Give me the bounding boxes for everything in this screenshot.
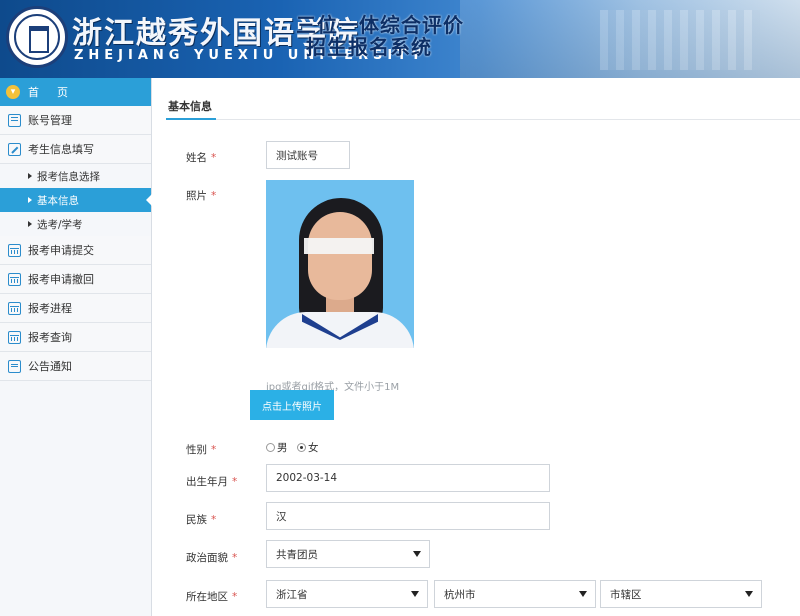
name-field[interactable]: 测试账号 [266, 141, 350, 169]
caret-down-icon [413, 551, 421, 557]
photo-preview [266, 180, 414, 348]
name-label: 姓名 * [186, 150, 216, 165]
required-mark: * [211, 514, 217, 526]
photo-label: 照片 * [186, 188, 216, 203]
caret-right-icon [28, 197, 32, 203]
gender-label: 性别 * [186, 442, 216, 457]
birth-label: 出生年月 * [186, 474, 237, 489]
gender-group: 男 女 [266, 440, 325, 455]
sidebar-item-account[interactable]: 账号管理 [0, 106, 151, 135]
sidebar-subitem-label: 选考/学考 [37, 218, 83, 231]
header-building-image [460, 0, 800, 78]
photo-label-text: 照片 [186, 190, 207, 202]
calendar-icon [8, 330, 21, 344]
radio-icon [266, 443, 275, 452]
sidebar-item-submit[interactable]: 报考申请提交 [0, 236, 151, 265]
sidebar-item-label: 公告通知 [28, 360, 72, 373]
region-label-text: 所在地区 [186, 591, 228, 603]
gender-female-label: 女 [308, 442, 319, 454]
required-mark: * [232, 552, 238, 564]
birth-date-field[interactable]: 2002-03-14 [266, 464, 550, 492]
caret-down-icon [411, 591, 419, 597]
school-seal-icon [6, 6, 68, 68]
sidebar-item-label: 报考进程 [28, 302, 72, 315]
sidebar-subitem-apply-select[interactable]: 报考信息选择 [0, 164, 151, 188]
gender-label-text: 性别 [186, 444, 207, 456]
required-mark: * [232, 476, 238, 488]
gender-male-radio[interactable]: 男 [266, 440, 288, 455]
required-mark: * [211, 190, 217, 202]
tab-bar: 基本信息 [166, 92, 800, 120]
required-mark: * [211, 444, 217, 456]
province-select[interactable]: 浙江省 [266, 580, 428, 608]
region-label: 所在地区 * [186, 589, 237, 604]
name-label-text: 姓名 [186, 152, 207, 164]
province-select-value: 浙江省 [276, 588, 308, 601]
required-mark: * [211, 152, 217, 164]
caret-right-icon [28, 221, 32, 227]
tab-basic-info[interactable]: 基本信息 [166, 92, 216, 120]
system-title-line2: 招生报名系统 [306, 35, 432, 59]
city-select-value: 杭州市 [444, 588, 476, 601]
sidebar-item-candidate-info[interactable]: 考生信息填写 [0, 135, 151, 164]
city-select[interactable]: 杭州市 [434, 580, 596, 608]
sidebar-item-query[interactable]: 报考查询 [0, 323, 151, 352]
sidebar: ▾ 首页 账号管理 考生信息填写 报考信息选择 基本信息 选考/学考 报考申请提… [0, 78, 152, 616]
district-select-value: 市辖区 [610, 588, 642, 601]
gender-female-radio[interactable]: 女 [297, 440, 319, 455]
app-root: 浙江越秀外国语学院 ZHEJIANG YUEXIU UNIVERSITY 三位一… [0, 0, 800, 616]
edit-icon [8, 142, 21, 156]
required-mark: * [232, 591, 238, 603]
caret-down-icon [745, 591, 753, 597]
sidebar-item-label: 报考申请提交 [28, 244, 94, 257]
sidebar-subitem-basic-info[interactable]: 基本信息 [0, 188, 152, 212]
list-icon [8, 113, 21, 127]
calendar-icon [8, 243, 21, 257]
sidebar-subitem-label: 基本信息 [37, 194, 79, 207]
sidebar-item-notice[interactable]: 公告通知 [0, 352, 151, 381]
sidebar-item-progress[interactable]: 报考进程 [0, 294, 151, 323]
calendar-icon [8, 272, 21, 286]
sidebar-item-home[interactable]: ▾ 首页 [0, 78, 151, 106]
political-label: 政治面貌 * [186, 550, 237, 565]
system-title-line1: 三位一体综合评价 [296, 13, 464, 37]
district-select[interactable]: 市辖区 [600, 580, 762, 608]
caret-down-icon [579, 591, 587, 597]
ethnic-label: 民族 * [186, 512, 216, 527]
ethnic-field[interactable]: 汉 [266, 502, 550, 530]
home-icon: ▾ [6, 85, 20, 99]
system-title: 三位一体综合评价 招生报名系统 [296, 14, 464, 58]
caret-right-icon [28, 173, 32, 179]
sidebar-subitem-exam-select[interactable]: 选考/学考 [0, 212, 151, 236]
political-label-text: 政治面貌 [186, 552, 228, 564]
calendar-icon [8, 301, 21, 315]
sidebar-item-withdraw[interactable]: 报考申请撤回 [0, 265, 151, 294]
radio-checked-icon [297, 443, 306, 452]
birth-label-text: 出生年月 [186, 476, 228, 488]
sidebar-item-label: 账号管理 [28, 114, 72, 127]
ethnic-label-text: 民族 [186, 514, 207, 526]
privacy-mask [304, 238, 374, 254]
main-content: 基本信息 姓名 * 测试账号 照片 * jpg或者gif格式，文件小于1M 点击上传… [152, 78, 800, 616]
gender-male-label: 男 [277, 442, 288, 454]
upload-photo-button[interactable]: 点击上传照片 [250, 390, 334, 420]
sidebar-item-label: 首页 [28, 86, 86, 99]
sidebar-item-label: 报考查询 [28, 331, 72, 344]
message-icon [8, 359, 21, 373]
political-select-value: 共青团员 [276, 548, 318, 561]
header-banner: 浙江越秀外国语学院 ZHEJIANG YUEXIU UNIVERSITY 三位一… [0, 0, 800, 78]
sidebar-item-label: 报考申请撤回 [28, 273, 94, 286]
sidebar-subitem-label: 报考信息选择 [37, 170, 100, 183]
sidebar-item-label: 考生信息填写 [28, 143, 94, 156]
political-select[interactable]: 共青团员 [266, 540, 430, 568]
